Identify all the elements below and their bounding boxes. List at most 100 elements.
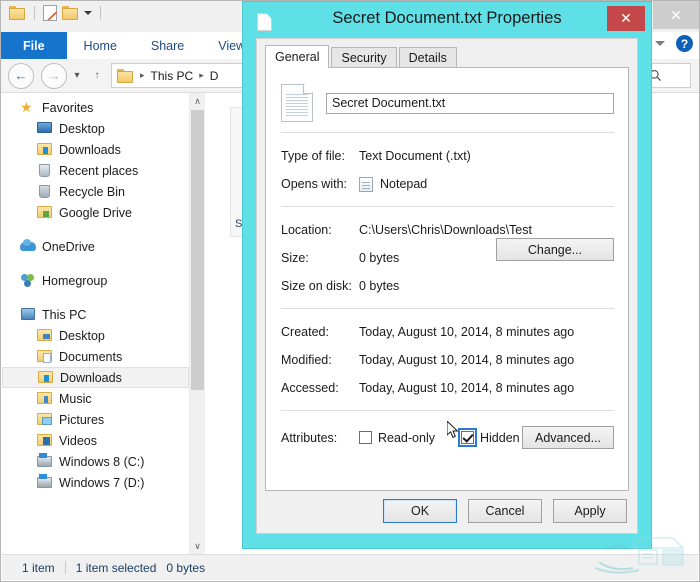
navigation-pane: ★ Favorites Desktop Downloads Recent pla… [2, 93, 205, 555]
sidebar-item-documents[interactable]: Documents [2, 346, 189, 367]
sidebar-item-downloads[interactable]: Downloads [2, 139, 189, 160]
downloads-folder-icon [38, 370, 54, 385]
divider [281, 206, 614, 207]
tab-security[interactable]: Security [331, 47, 396, 68]
videos-folder-icon [37, 433, 53, 448]
sidebar-item-videos[interactable]: Videos [2, 430, 189, 451]
scroll-up-icon[interactable]: ∧ [190, 93, 205, 110]
sidebar-item-recent-places[interactable]: Recent places [2, 160, 189, 181]
row-label: Opens with: [281, 177, 359, 191]
recycle-bin-icon [37, 184, 53, 199]
dialog-tab-strip: General Security Details [265, 46, 459, 68]
sidebar-item-label: Windows 8 (C:) [59, 455, 144, 469]
status-selection: 1 item selected [66, 561, 167, 575]
row-modified: Modified: Today, August 10, 2014, 8 minu… [281, 350, 614, 370]
computer-icon [20, 307, 36, 322]
properties-folder-icon[interactable] [62, 6, 79, 20]
breadcrumb-item-downloads[interactable]: D [210, 69, 219, 83]
new-item-icon[interactable] [43, 5, 57, 21]
sidebar-item-recycle-bin[interactable]: Recycle Bin [2, 181, 189, 202]
status-size: 0 bytes [166, 561, 215, 575]
folder-icon [9, 6, 26, 20]
hidden-checkbox[interactable] [461, 431, 474, 444]
readonly-checkbox-wrap[interactable]: Read-only [359, 431, 435, 445]
homegroup-icon [20, 273, 36, 288]
sidebar-item-label: Desktop [59, 122, 105, 136]
watermark-logo [587, 522, 697, 580]
attributes-label: Attributes: [281, 431, 359, 445]
forward-button[interactable]: → [41, 63, 67, 89]
sidebar-item-label: Music [59, 392, 92, 406]
up-button[interactable]: ↑ [87, 70, 107, 81]
sidebar-item-pictures[interactable]: Pictures [2, 409, 189, 430]
sidebar-item-label: Homegroup [42, 274, 107, 288]
row-value: 0 bytes [359, 251, 399, 265]
sidebar-item-google-drive[interactable]: Google Drive [2, 202, 189, 223]
row-type-of-file: Type of file: Text Document (.txt) [281, 146, 614, 166]
music-folder-icon [37, 391, 53, 406]
help-icon[interactable]: ? [676, 35, 693, 52]
row-value: Text Document (.txt) [359, 149, 471, 163]
breadcrumb-separator: ▸ [140, 70, 145, 81]
advanced-button[interactable]: Advanced... [522, 426, 614, 449]
row-value: Today, August 10, 2014, 8 minutes ago [359, 353, 574, 367]
sidebar-item-label: Recent places [59, 164, 138, 178]
readonly-checkbox[interactable] [359, 431, 372, 444]
row-size: Size: 0 bytes [281, 248, 614, 268]
hidden-checkbox-wrap[interactable]: Hidden [461, 431, 520, 445]
sidebar-item-label: Downloads [59, 143, 121, 157]
recent-places-icon [37, 163, 53, 178]
sidebar-item-label: Favorites [42, 101, 93, 115]
row-label: Type of file: [281, 149, 359, 163]
breadcrumb-item-this-pc[interactable]: This PC [151, 69, 194, 83]
dialog-title: Secret Document.txt Properties [243, 9, 651, 28]
recent-locations-button[interactable]: ▾ [67, 70, 87, 81]
sidebar-item-label: Windows 7 (D:) [59, 476, 144, 490]
file-icon-lines [286, 94, 308, 118]
sidebar-item-downloads-pc[interactable]: Downloads [2, 367, 189, 388]
row-label: Size on disk: [281, 279, 359, 293]
sidebar-item-favorites[interactable]: ★ Favorites [2, 97, 189, 118]
divider [100, 6, 101, 20]
scroll-down-icon[interactable]: ∨ [190, 538, 205, 555]
folder-icon [117, 69, 134, 83]
file-header-row: Secret Document.txt [281, 82, 614, 124]
row-value: 0 bytes [359, 279, 399, 293]
quick-access-toolbar [9, 5, 104, 21]
sidebar-item-homegroup[interactable]: Homegroup [2, 270, 189, 291]
dialog-close-button[interactable]: ✕ [607, 6, 645, 31]
chevron-down-icon[interactable] [84, 11, 92, 15]
ok-button[interactable]: OK [383, 499, 457, 523]
filename-input[interactable]: Secret Document.txt [326, 93, 614, 114]
sidebar-item-this-pc[interactable]: This PC [2, 304, 189, 325]
divider [281, 132, 614, 133]
sidebar-item-onedrive[interactable]: OneDrive [2, 236, 189, 257]
star-icon: ★ [20, 100, 36, 115]
sidebar-item-music[interactable]: Music [2, 388, 189, 409]
navigation-scrollbar[interactable]: ∧ ∨ [189, 93, 205, 555]
chevron-down-icon[interactable] [655, 41, 665, 46]
explorer-close-button[interactable]: ✕ [653, 1, 699, 29]
sidebar-item-desktop-pc[interactable]: Desktop [2, 325, 189, 346]
sidebar-item-windows7-d[interactable]: Windows 7 (D:) [2, 472, 189, 493]
ribbon-tab-file[interactable]: File [1, 32, 67, 59]
tab-general[interactable]: General [265, 45, 329, 68]
cancel-button[interactable]: Cancel [468, 499, 542, 523]
sidebar-item-label: Desktop [59, 329, 105, 343]
cloud-icon [20, 239, 36, 254]
ribbon-tab-share[interactable]: Share [134, 32, 201, 59]
apply-button[interactable]: Apply [553, 499, 627, 523]
tab-details[interactable]: Details [399, 47, 457, 68]
sidebar-item-label: This PC [42, 308, 86, 322]
sidebar-item-desktop[interactable]: Desktop [2, 118, 189, 139]
row-label: Modified: [281, 353, 359, 367]
back-button[interactable]: ← [8, 63, 34, 89]
sidebar-item-windows8-c[interactable]: Windows 8 (C:) [2, 451, 189, 472]
ribbon-tab-home[interactable]: Home [67, 32, 134, 59]
scrollbar-thumb[interactable] [191, 110, 204, 390]
row-opens-with: Opens with: Notepad [281, 174, 614, 194]
properties-dialog: Secret Document.txt Properties ✕ General… [243, 2, 651, 548]
row-value: Today, August 10, 2014, 8 minutes ago [359, 325, 574, 339]
dialog-title-bar[interactable]: Secret Document.txt Properties ✕ [243, 2, 651, 40]
spacer [2, 257, 189, 270]
